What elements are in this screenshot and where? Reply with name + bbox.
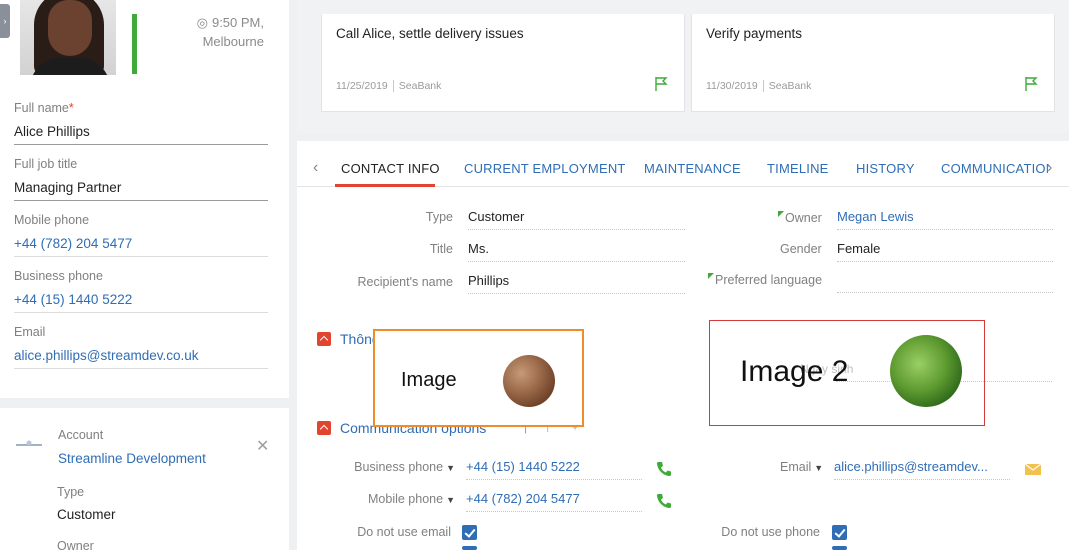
owner-field[interactable]: Megan Lewis	[837, 209, 1053, 230]
envelope-icon[interactable]	[1025, 464, 1041, 475]
task-meta: 11/30/2019 SeaBank	[706, 80, 812, 93]
no-email-label: Do not use email	[357, 525, 451, 539]
checkbox-partial[interactable]	[462, 546, 477, 550]
account-card	[0, 408, 289, 550]
tab-contact-info[interactable]: CONTACT INFO	[341, 161, 440, 176]
tab-history[interactable]: HISTORY	[856, 161, 915, 176]
account-owner-label: Owner	[57, 539, 94, 550]
business-phone-value[interactable]: +44 (15) 1440 5222	[14, 292, 268, 313]
recipient-field[interactable]: Phillips	[468, 273, 685, 294]
job-title-value[interactable]: Managing Partner	[14, 180, 268, 201]
tab-bar: ‹ CONTACT INFO CURRENT EMPLOYMENT MAINTE…	[297, 141, 1069, 187]
title-label: Title	[429, 242, 453, 256]
mobile-phone-value[interactable]: +44 (782) 204 5477	[14, 236, 268, 257]
task-title[interactable]: Call Alice, settle delivery issues	[336, 26, 524, 41]
task-card[interactable]: Call Alice, settle delivery issues 11/25…	[321, 14, 685, 112]
language-field[interactable]	[837, 275, 1053, 293]
avatar[interactable]	[20, 0, 116, 75]
phone-call-icon[interactable]	[655, 460, 673, 478]
account-logo-icon	[16, 440, 42, 446]
full-name-value[interactable]: Alice Phillips	[14, 124, 268, 145]
local-time: ◎ 9:50 PM, Melbourne	[196, 15, 264, 49]
tab-timeline[interactable]: TIMELINE	[767, 161, 829, 176]
job-title-field[interactable]: Full job title Managing Partner	[14, 157, 268, 201]
image-annotation-2: Image 2	[709, 320, 985, 426]
mobile-phone-type-label[interactable]: Mobile phone ▼	[300, 492, 455, 506]
globe-icon: ◎	[196, 15, 208, 30]
account-type-value: Customer	[57, 507, 116, 522]
tasks-strip: Call Alice, settle delivery issues 11/25…	[297, 0, 1069, 133]
checkbox-partial[interactable]	[832, 546, 847, 550]
tab-communication[interactable]: COMMUNICATION	[941, 161, 1049, 176]
type-label: Type	[425, 210, 453, 224]
flag-icon[interactable]	[654, 76, 668, 92]
left-panel: › ◎ 9:50 PM, Melbourne Full name* Alice P…	[0, 0, 289, 550]
active-tab-indicator	[335, 184, 435, 187]
close-icon[interactable]: ✕	[256, 436, 269, 456]
image-thumbnail	[890, 335, 962, 407]
comm-business-phone-field[interactable]: +44 (15) 1440 5222	[466, 459, 642, 480]
collapse-icon[interactable]	[317, 331, 331, 346]
comm-email-field[interactable]: alice.phillips@streamdev...	[834, 459, 1010, 480]
gender-label: Gender	[780, 242, 822, 256]
collapse-panel-icon[interactable]: ›	[0, 4, 10, 38]
no-phone-checkbox[interactable]	[832, 525, 847, 540]
title-field[interactable]: Ms.	[468, 241, 685, 262]
type-field[interactable]: Customer	[468, 209, 685, 230]
tab-maintenance[interactable]: MAINTENANCE	[644, 161, 741, 176]
owner-label: Owner	[778, 211, 822, 225]
no-phone-label: Do not use phone	[721, 525, 820, 539]
email-field[interactable]: Email alice.phillips@streamdev.co.uk	[14, 325, 268, 369]
gender-field[interactable]: Female	[837, 241, 1053, 262]
recipient-label: Recipient's name	[357, 275, 454, 289]
no-email-checkbox[interactable]	[462, 525, 477, 540]
business-phone-field[interactable]: Business phone +44 (15) 1440 5222	[14, 269, 268, 313]
comm-mobile-phone-field[interactable]: +44 (782) 204 5477	[466, 491, 642, 512]
email-value[interactable]: alice.phillips@streamdev.co.uk	[14, 348, 268, 369]
image-annotation-1: Image	[373, 329, 584, 427]
account-label: Account	[58, 428, 104, 442]
chevron-right-icon[interactable]: ›	[1047, 159, 1052, 177]
tab-current-employment[interactable]: CURRENT EMPLOYMENT	[464, 161, 626, 176]
full-name-field[interactable]: Full name* Alice Phillips	[14, 101, 268, 145]
phone-call-icon[interactable]	[655, 492, 673, 510]
email-type-label[interactable]: Email ▼	[780, 460, 823, 474]
task-card[interactable]: Verify payments 11/30/2019 SeaBank	[691, 14, 1055, 112]
account-type-label: Type	[57, 485, 85, 499]
language-label: Preferred language	[708, 273, 822, 287]
task-title[interactable]: Verify payments	[706, 26, 802, 41]
task-meta: 11/25/2019 SeaBank	[336, 80, 442, 93]
profile-card: › ◎ 9:50 PM, Melbourne Full name* Alice P…	[0, 0, 289, 398]
status-bar	[132, 14, 137, 74]
mobile-phone-field[interactable]: Mobile phone +44 (782) 204 5477	[14, 213, 268, 257]
account-link[interactable]: Streamline Development	[58, 451, 206, 466]
flag-icon[interactable]	[1024, 76, 1038, 92]
collapse-icon[interactable]	[317, 420, 331, 435]
business-phone-type-label[interactable]: Business phone ▼	[300, 460, 455, 474]
image-thumbnail	[503, 355, 555, 407]
